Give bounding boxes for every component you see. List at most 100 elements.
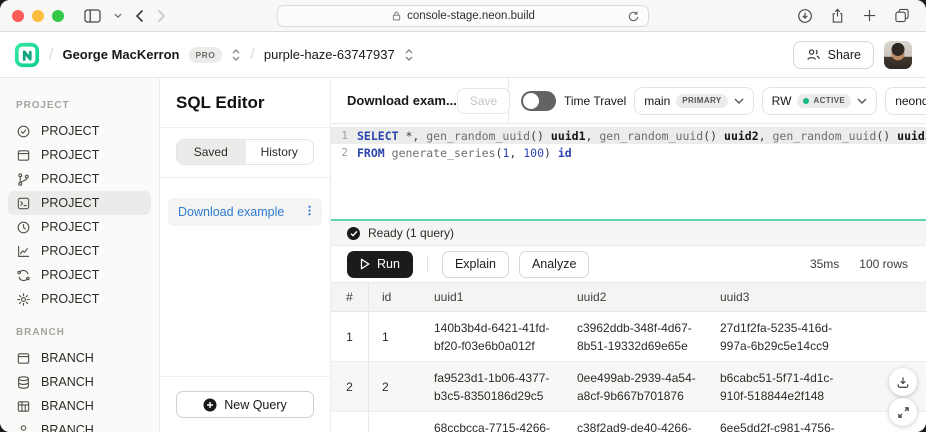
- tab-history[interactable]: History: [245, 140, 314, 164]
- sidebar-item-settings[interactable]: PROJECT: [8, 287, 151, 311]
- play-icon: [360, 258, 370, 270]
- query-duration: 35ms: [810, 257, 839, 271]
- expand-results-button[interactable]: [889, 398, 917, 426]
- download-results-button[interactable]: [889, 368, 917, 396]
- code-line: 1 SELECT *, gen_random_uuid() uuid1, gen…: [331, 127, 926, 144]
- query-title: Download exam...: [347, 93, 457, 108]
- browser-chrome: console-stage.neon.build: [0, 0, 926, 32]
- ready-check-icon: [347, 227, 360, 240]
- sql-code-editor[interactable]: 1 SELECT *, gen_random_uuid() uuid1, gen…: [331, 124, 926, 219]
- time-travel-label: Time Travel: [564, 94, 626, 108]
- column-header-uuid3[interactable]: uuid3: [718, 283, 861, 311]
- tab-saved[interactable]: Saved: [177, 140, 245, 164]
- share-button[interactable]: Share: [793, 41, 874, 69]
- downloads-icon[interactable]: [797, 8, 813, 24]
- saved-queries-list: Download example: [160, 178, 330, 376]
- compute-select[interactable]: RW ACTIVE: [762, 87, 878, 115]
- neon-logo[interactable]: [14, 42, 40, 68]
- sidebar-item-quickstart[interactable]: PROJECT: [8, 119, 151, 143]
- kebab-menu-icon[interactable]: [303, 204, 316, 220]
- explain-button[interactable]: Explain: [442, 251, 509, 278]
- time-travel-toggle[interactable]: [521, 91, 556, 111]
- status-text: Ready (1 query): [368, 226, 454, 240]
- new-tab-icon[interactable]: [862, 8, 877, 23]
- column-header-id[interactable]: id: [369, 283, 432, 311]
- sidebar-section-label: BRANCH: [0, 327, 159, 338]
- branch-select[interactable]: main PRIMARY: [634, 87, 753, 115]
- reload-icon[interactable]: [627, 10, 640, 23]
- row-count: 100 rows: [859, 257, 908, 271]
- sidebar-item-monitoring[interactable]: PROJECT: [8, 239, 151, 263]
- cell-id: 3: [369, 412, 432, 432]
- sidebar-item-tables[interactable]: BRANCH: [8, 394, 151, 418]
- new-query-button[interactable]: New Query: [176, 391, 314, 418]
- table-row[interactable]: 1 1 140b3b4d-6421-41fd-bf20-f03e6b0a012f…: [331, 312, 926, 362]
- table-row[interactable]: 2 2 fa9523d1-1b06-4377-b3c5-8350186d29c5…: [331, 362, 926, 412]
- sidebar-toggle-icon[interactable]: [84, 9, 101, 23]
- analyze-button[interactable]: Analyze: [519, 251, 589, 278]
- divider: [427, 255, 428, 273]
- tab-overview-icon[interactable]: [894, 8, 910, 23]
- active-badge: ACTIVE: [797, 94, 851, 108]
- url-text: console-stage.neon.build: [407, 10, 535, 22]
- restore-icon: [16, 220, 31, 235]
- cell-row-number: 1: [331, 312, 369, 361]
- cell-uuid3: 27d1f2fa-5235-416d-997a-6b29c5e14cc9: [718, 312, 861, 361]
- plus-circle-icon: [203, 398, 217, 412]
- browser-window: console-stage.neon.build: [0, 0, 926, 432]
- save-button[interactable]: Save: [457, 88, 510, 114]
- back-icon[interactable]: [135, 9, 144, 23]
- cell-id: 1: [369, 312, 432, 361]
- editor-panel: Download exam... Save Time Travel main P…: [331, 78, 926, 432]
- sidebar-section-label: PROJECT: [0, 100, 159, 111]
- monitoring-icon: [16, 244, 31, 259]
- chevron-down-icon: [734, 98, 744, 104]
- table-row[interactable]: 3 3 68ccbcca-7715-4266-b6c5-9f7a14ea6e5e…: [331, 412, 926, 432]
- lock-icon: [391, 10, 402, 22]
- chevron-down-icon[interactable]: [114, 13, 122, 19]
- status-dot: [803, 98, 809, 104]
- share-page-icon[interactable]: [830, 8, 845, 24]
- sidebar-item-branches[interactable]: PROJECT: [8, 167, 151, 191]
- page-title: SQL Editor: [160, 78, 330, 128]
- sidebar-item-restore[interactable]: PROJECT: [8, 215, 151, 239]
- table-header: # id uuid1 uuid2 uuid3: [331, 282, 926, 312]
- roles-icon: [16, 423, 31, 432]
- org-name[interactable]: George MacKerron: [62, 47, 179, 62]
- breadcrumb-separator: /: [250, 46, 254, 64]
- download-icon: [896, 375, 910, 389]
- sidebar-item-roles[interactable]: BRANCH: [8, 418, 151, 432]
- cell-uuid1: 140b3b4d-6421-41fd-bf20-f03e6b0a012f: [432, 312, 575, 361]
- sidebar-item-dashboard[interactable]: PROJECT: [8, 143, 151, 167]
- project-name[interactable]: purple-haze-63747937: [264, 47, 395, 62]
- sidebar-item-sql-editor[interactable]: PROJECT: [8, 191, 151, 215]
- cell-uuid3: b6cabc51-5f71-4d1c-910f-518844e2f148: [718, 362, 861, 411]
- saved-query-item[interactable]: Download example: [168, 198, 322, 226]
- user-avatar[interactable]: [884, 41, 912, 69]
- sidebar-item-databases[interactable]: BRANCH: [8, 370, 151, 394]
- project-switcher-icon[interactable]: [404, 48, 414, 62]
- forward-icon[interactable]: [157, 9, 166, 23]
- cell-uuid3: 6ee5dd2f-c981-4756-b277-0784be729d90: [718, 412, 861, 432]
- run-button[interactable]: Run: [347, 251, 413, 278]
- column-header-uuid1[interactable]: uuid1: [432, 283, 575, 311]
- sidebar-item-overview[interactable]: BRANCH: [8, 346, 151, 370]
- quickstart-icon: [16, 124, 31, 139]
- sidebar-item-integrations[interactable]: PROJECT: [8, 263, 151, 287]
- settings-icon: [16, 292, 31, 307]
- cell-uuid2: 0ee499ab-2939-4a54-a8cf-9b667b701876: [575, 362, 718, 411]
- saved-history-tabs: Saved History: [176, 139, 314, 165]
- close-window-button[interactable]: [12, 10, 24, 22]
- minimize-window-button[interactable]: [32, 10, 44, 22]
- column-header-num[interactable]: #: [331, 283, 369, 311]
- column-header-uuid2[interactable]: uuid2: [575, 283, 718, 311]
- address-bar[interactable]: console-stage.neon.build: [277, 5, 649, 27]
- cell-row-number: 3: [331, 412, 369, 432]
- database-select[interactable]: neondb: [885, 87, 926, 115]
- zoom-window-button[interactable]: [52, 10, 64, 22]
- sql-editor-icon: [16, 196, 31, 211]
- primary-badge: PRIMARY: [676, 94, 727, 108]
- cell-uuid1: fa9523d1-1b06-4377-b3c5-8350186d29c5: [432, 362, 575, 411]
- cell-uuid1: 68ccbcca-7715-4266-b6c5-9f7a14ea6e5e: [432, 412, 575, 432]
- org-switcher-icon[interactable]: [231, 48, 241, 62]
